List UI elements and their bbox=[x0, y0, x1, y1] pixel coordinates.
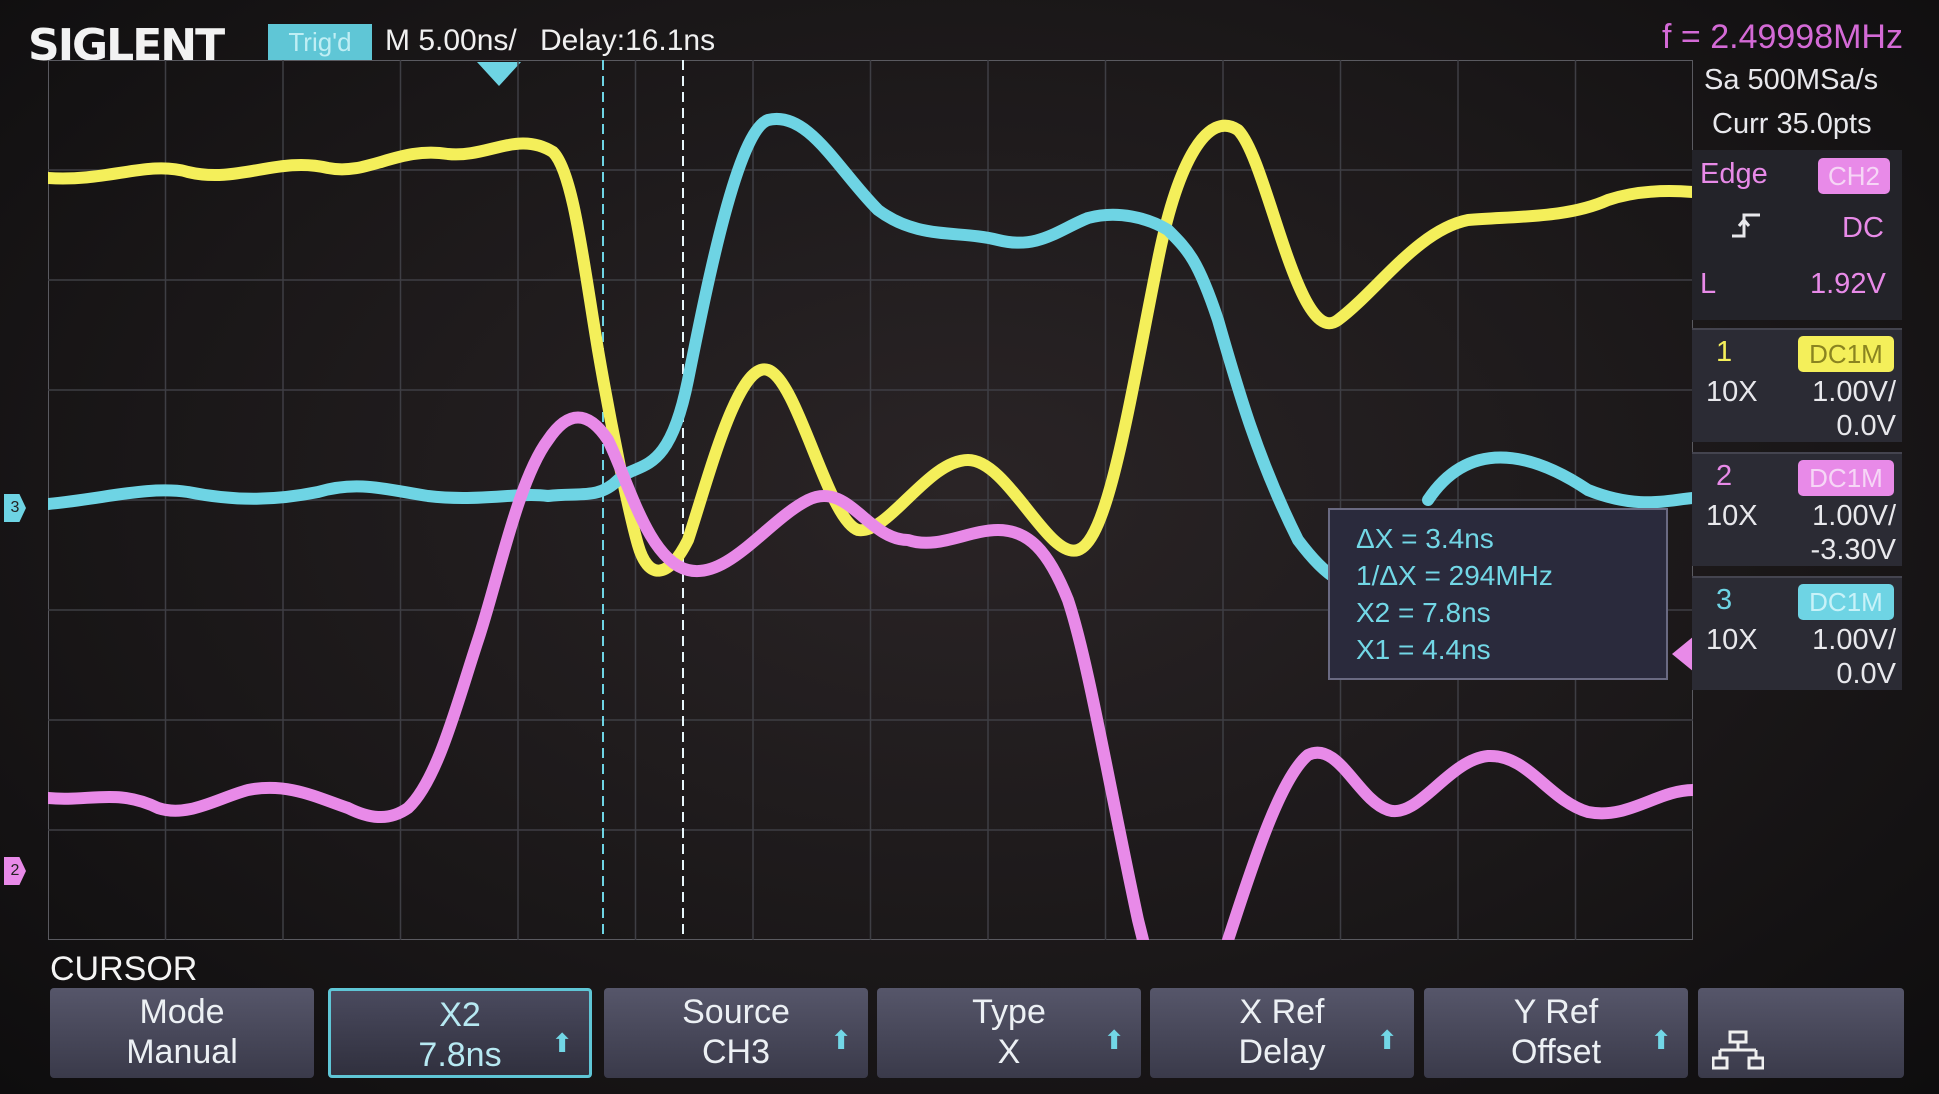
source-button-value: CH3 bbox=[701, 1033, 771, 1071]
ch2-offset-marker-icon[interactable]: 2 bbox=[4, 857, 26, 885]
channel-1-probe: 10X bbox=[1706, 376, 1758, 408]
x-ref-button[interactable]: X Ref Delay ⬆ bbox=[1150, 988, 1414, 1078]
channel-1-panel[interactable]: 1 DC1M 10X 1.00V/ 0.0V bbox=[1692, 328, 1902, 442]
waveform-display[interactable] bbox=[48, 60, 1693, 940]
x-ref-button-value: Delay bbox=[1238, 1033, 1326, 1071]
channel-3-probe: 10X bbox=[1706, 624, 1758, 656]
y-ref-button-label: Y Ref bbox=[1513, 993, 1599, 1031]
memory-depth: Curr 35.0pts bbox=[1712, 108, 1872, 140]
source-button[interactable]: Source CH3 ⬆ bbox=[604, 988, 868, 1078]
ch3-offset-marker-icon[interactable]: 3 bbox=[4, 494, 26, 522]
sample-rate: Sa 500MSa/s bbox=[1704, 64, 1879, 96]
trigger-type: Edge bbox=[1700, 158, 1768, 190]
ch3-waveform-tail bbox=[1422, 451, 1693, 509]
type-button-value: X bbox=[997, 1033, 1021, 1071]
rising-edge-icon bbox=[1732, 212, 1762, 238]
oscilloscope-screen: SIGLENT Trig'd M 5.00ns/ Delay:16.1ns f … bbox=[0, 0, 1939, 1094]
adjust-arrow-icon: ⬆ bbox=[551, 1028, 573, 1058]
channel-1-coupling-badge: DC1M bbox=[1798, 336, 1894, 372]
source-button-label: Source bbox=[682, 993, 790, 1031]
y-ref-button-value: Offset bbox=[1510, 1033, 1602, 1071]
frequency-readout: f = 2.49998MHz bbox=[1662, 18, 1903, 56]
channel-2-coupling-badge: DC1M bbox=[1798, 460, 1894, 496]
delay-readout[interactable]: Delay:16.1ns bbox=[540, 24, 715, 58]
x2-button[interactable]: X2 7.8ns ⬆ bbox=[328, 988, 592, 1078]
cursor-measurement-box: ΔX = 3.4ns 1/ΔX = 294MHz X2 = 7.8ns X1 =… bbox=[1328, 508, 1668, 680]
channel-3-coupling-badge: DC1M bbox=[1798, 584, 1894, 620]
channel-3-offset: 0.0V bbox=[1836, 658, 1896, 690]
adjust-arrow-icon: ⬆ bbox=[1650, 1025, 1672, 1055]
mode-button-label: Mode bbox=[139, 993, 225, 1031]
channel-2-panel[interactable]: 2 DC1M 10X 1.00V/ -3.30V bbox=[1692, 452, 1902, 566]
channel-2-scale: 1.00V/ bbox=[1812, 500, 1896, 532]
channel-3-number: 3 bbox=[1716, 584, 1733, 616]
channel-3-scale: 1.00V/ bbox=[1812, 624, 1896, 656]
x1-value: X1 = 4.4ns bbox=[1356, 634, 1491, 665]
adjust-arrow-icon: ⬆ bbox=[1376, 1025, 1398, 1055]
ch3-waveform bbox=[48, 112, 1374, 590]
x2-value: X2 = 7.8ns bbox=[1356, 597, 1491, 628]
adjust-arrow-icon: ⬆ bbox=[1103, 1025, 1125, 1055]
channel-2-offset: -3.30V bbox=[1810, 534, 1896, 566]
x-ref-button-label: X Ref bbox=[1239, 993, 1325, 1031]
inverse-delta-x-value: 1/ΔX = 294MHz bbox=[1356, 560, 1553, 591]
trigger-level-value: 1.92V bbox=[1810, 268, 1886, 300]
trigger-source-badge: CH2 bbox=[1818, 158, 1890, 194]
trigger-level-label: L bbox=[1700, 268, 1717, 300]
adjust-arrow-icon: ⬆ bbox=[830, 1025, 852, 1055]
mode-button[interactable]: Mode Manual bbox=[50, 988, 314, 1078]
network-icon bbox=[1711, 1030, 1765, 1072]
type-button[interactable]: Type X ⬆ bbox=[877, 988, 1141, 1078]
timebase-readout[interactable]: M 5.00ns/ bbox=[385, 24, 517, 58]
channel-2-number: 2 bbox=[1716, 460, 1733, 492]
channel-1-number: 1 bbox=[1716, 336, 1733, 368]
type-button-label: Type bbox=[972, 993, 1046, 1031]
mode-button-value: Manual bbox=[126, 1033, 238, 1071]
channel-3-panel[interactable]: 3 DC1M 10X 1.00V/ 0.0V bbox=[1692, 576, 1902, 690]
y-ref-button[interactable]: Y Ref Offset ⬆ bbox=[1424, 988, 1688, 1078]
delta-x-value: ΔX = 3.4ns bbox=[1356, 523, 1494, 554]
trigger-status: Trig'd bbox=[268, 24, 372, 60]
trigger-coupling: DC bbox=[1842, 212, 1884, 244]
channel-1-offset: 0.0V bbox=[1836, 410, 1896, 442]
channel-1-scale: 1.00V/ bbox=[1812, 376, 1896, 408]
menu-title: CURSOR bbox=[50, 950, 198, 988]
channel-2-probe: 10X bbox=[1706, 500, 1758, 532]
trigger-level-marker-icon[interactable] bbox=[1672, 636, 1694, 672]
trigger-panel[interactable]: Edge CH2 DC L 1.92V bbox=[1692, 150, 1902, 320]
